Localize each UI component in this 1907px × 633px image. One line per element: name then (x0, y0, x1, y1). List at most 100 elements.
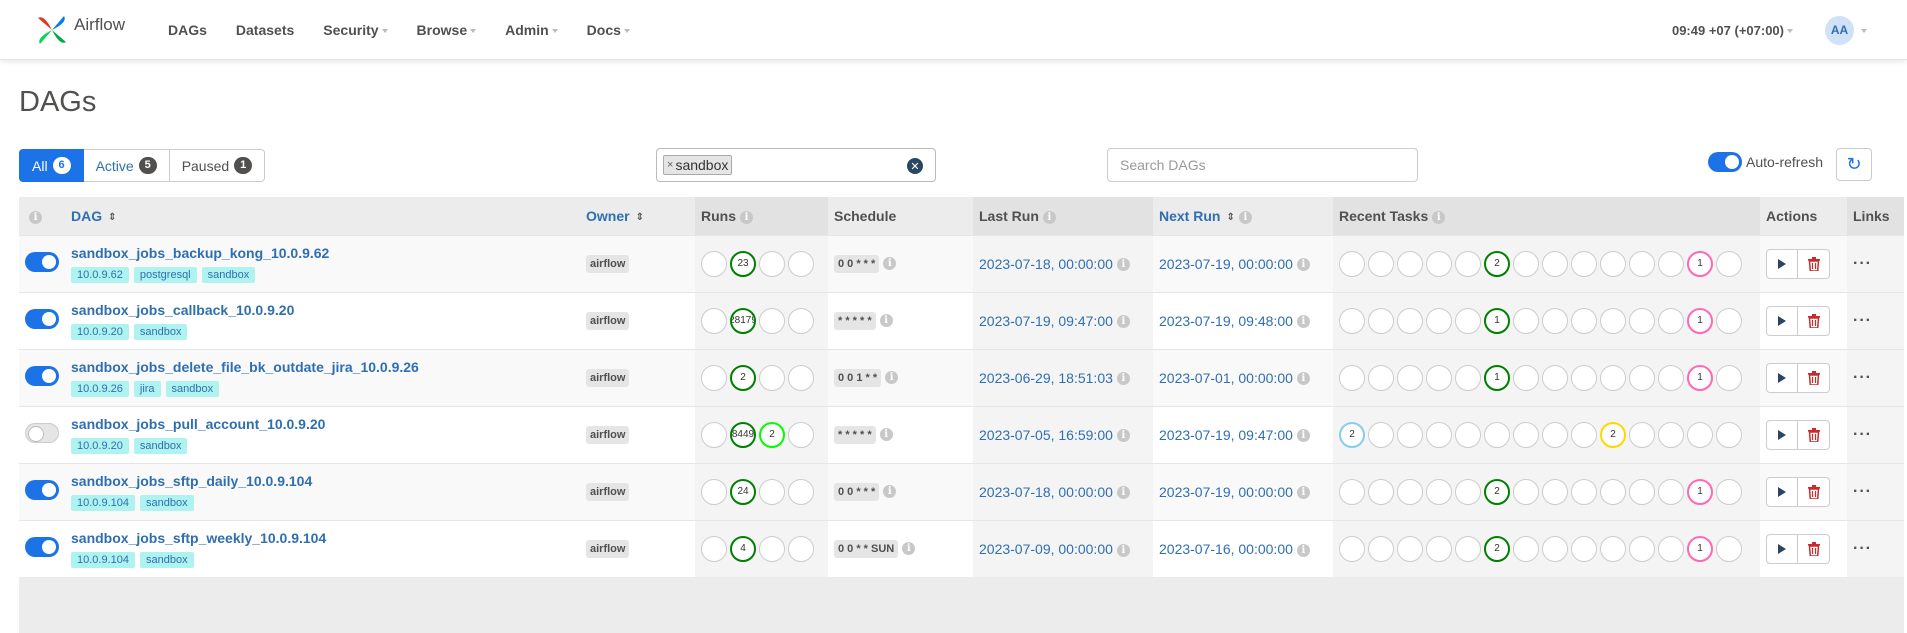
more-options-icon[interactable]: ··· (1853, 483, 1872, 500)
owner-tag[interactable]: airflow (586, 540, 630, 559)
trigger-dag-button[interactable] (1766, 533, 1798, 564)
trigger-dag-button[interactable] (1766, 362, 1798, 393)
header-owner[interactable]: Owner ⇕ (580, 197, 695, 235)
task-status-circle[interactable]: 1 (1687, 478, 1713, 505)
task-status-circle[interactable]: 1 (1687, 307, 1713, 334)
run-status-circle[interactable] (759, 535, 785, 562)
task-status-circle[interactable] (1658, 250, 1684, 277)
task-status-circle[interactable] (1600, 364, 1626, 391)
task-status-circle[interactable]: 2 (1484, 535, 1510, 562)
task-status-circle[interactable] (1600, 478, 1626, 505)
pause-toggle[interactable] (25, 423, 59, 443)
more-options-icon[interactable]: ··· (1853, 426, 1872, 443)
clear-tags-icon[interactable]: ✕ (907, 158, 923, 174)
task-status-circle[interactable] (1426, 307, 1452, 334)
task-status-circle[interactable] (1368, 364, 1394, 391)
task-status-circle[interactable] (1513, 478, 1539, 505)
task-status-circle[interactable] (1339, 535, 1365, 562)
pause-toggle[interactable] (25, 309, 59, 329)
task-status-circle[interactable] (1542, 421, 1568, 448)
run-status-circle[interactable] (759, 250, 785, 277)
task-status-circle[interactable] (1542, 364, 1568, 391)
delete-dag-button[interactable] (1798, 476, 1830, 507)
last-run-link[interactable]: 2023-06-29, 18:51:03 (979, 370, 1113, 386)
info-icon[interactable]: i (1296, 486, 1310, 500)
task-status-circle[interactable] (1542, 478, 1568, 505)
dag-link[interactable]: sandbox_jobs_backup_kong_10.0.9.62 (71, 245, 574, 261)
task-status-circle[interactable] (1571, 364, 1597, 391)
nav-item-docs[interactable]: Docs (587, 22, 630, 38)
task-status-circle[interactable] (1426, 478, 1452, 505)
task-status-circle[interactable]: 1 (1687, 535, 1713, 562)
dag-tag[interactable]: sandbox (165, 380, 220, 397)
task-status-circle[interactable] (1513, 421, 1539, 448)
more-options-icon[interactable]: ··· (1853, 540, 1872, 557)
info-icon[interactable]: i (902, 542, 916, 556)
info-icon[interactable]: i (1296, 429, 1310, 443)
owner-tag[interactable]: airflow (586, 255, 630, 273)
task-status-circle[interactable] (1397, 535, 1423, 562)
dag-tag[interactable]: 10.0.9.26 (71, 380, 129, 397)
header-next-run[interactable]: Next Run ⇕ i (1153, 197, 1333, 235)
owner-tag[interactable]: airflow (586, 483, 630, 501)
dag-tag[interactable]: 10.0.9.104 (71, 494, 135, 511)
task-status-circle[interactable] (1658, 364, 1684, 391)
info-icon[interactable]: i (1116, 543, 1130, 557)
run-status-circle[interactable]: 23 (730, 250, 756, 277)
run-status-circle[interactable] (788, 535, 814, 562)
info-icon[interactable]: i (1116, 429, 1130, 443)
task-status-circle[interactable] (1455, 478, 1481, 505)
info-icon[interactable]: i (1296, 258, 1310, 272)
task-status-circle[interactable] (1397, 307, 1423, 334)
task-status-circle[interactable]: 1 (1484, 364, 1510, 391)
task-status-circle[interactable] (1716, 478, 1742, 505)
task-status-circle[interactable] (1571, 250, 1597, 277)
info-icon[interactable]: i (879, 313, 893, 327)
task-status-circle[interactable] (1629, 535, 1655, 562)
task-status-circle[interactable] (1600, 535, 1626, 562)
task-status-circle[interactable] (1339, 250, 1365, 277)
run-status-circle[interactable]: 24 (730, 478, 756, 505)
pause-toggle[interactable] (25, 480, 59, 500)
task-status-circle[interactable] (1513, 535, 1539, 562)
dag-link[interactable]: sandbox_jobs_sftp_weekly_10.0.9.104 (71, 530, 574, 546)
info-icon[interactable]: i (1296, 315, 1310, 329)
refresh-button[interactable]: ↻ (1836, 148, 1872, 181)
dag-tag[interactable]: postgresql (133, 266, 197, 283)
run-status-circle[interactable] (788, 421, 814, 448)
info-icon[interactable]: i (879, 427, 893, 441)
run-status-circle[interactable] (701, 250, 727, 277)
header-dag[interactable]: DAG ⇕ (65, 197, 580, 235)
run-status-circle[interactable] (759, 364, 785, 391)
trigger-dag-button[interactable] (1766, 476, 1798, 507)
dag-tag[interactable]: sandbox (140, 494, 194, 511)
task-status-circle[interactable] (1426, 364, 1452, 391)
delete-dag-button[interactable] (1798, 533, 1830, 564)
task-status-circle[interactable] (1571, 478, 1597, 505)
task-status-circle[interactable] (1455, 364, 1481, 391)
last-run-link[interactable]: 2023-07-05, 16:59:00 (979, 427, 1113, 443)
info-icon[interactable]: i (883, 256, 897, 270)
filter-all-button[interactable]: All 6 (19, 149, 84, 182)
task-status-circle[interactable]: 1 (1687, 250, 1713, 277)
task-status-circle[interactable] (1455, 307, 1481, 334)
filter-active-button[interactable]: Active 5 (83, 149, 170, 182)
user-menu[interactable]: AA (1825, 15, 1867, 45)
run-status-circle[interactable]: 8449 (730, 421, 756, 448)
tag-filter-select[interactable]: × sandbox ✕ (656, 148, 936, 182)
task-status-circle[interactable] (1716, 535, 1742, 562)
task-status-circle[interactable] (1716, 250, 1742, 277)
info-icon[interactable]: i (1296, 372, 1310, 386)
task-status-circle[interactable] (1513, 307, 1539, 334)
run-status-circle[interactable] (759, 478, 785, 505)
run-status-circle[interactable] (701, 421, 727, 448)
task-status-circle[interactable] (1629, 250, 1655, 277)
trigger-dag-button[interactable] (1766, 305, 1798, 336)
pause-toggle[interactable] (25, 252, 59, 272)
nav-item-datasets[interactable]: Datasets (236, 22, 294, 38)
task-status-circle[interactable] (1339, 478, 1365, 505)
run-status-circle[interactable]: 4 (730, 535, 756, 562)
dag-tag[interactable]: 10.0.9.104 (71, 551, 135, 568)
task-status-circle[interactable] (1484, 421, 1510, 448)
run-status-circle[interactable]: 28179 (730, 307, 756, 334)
